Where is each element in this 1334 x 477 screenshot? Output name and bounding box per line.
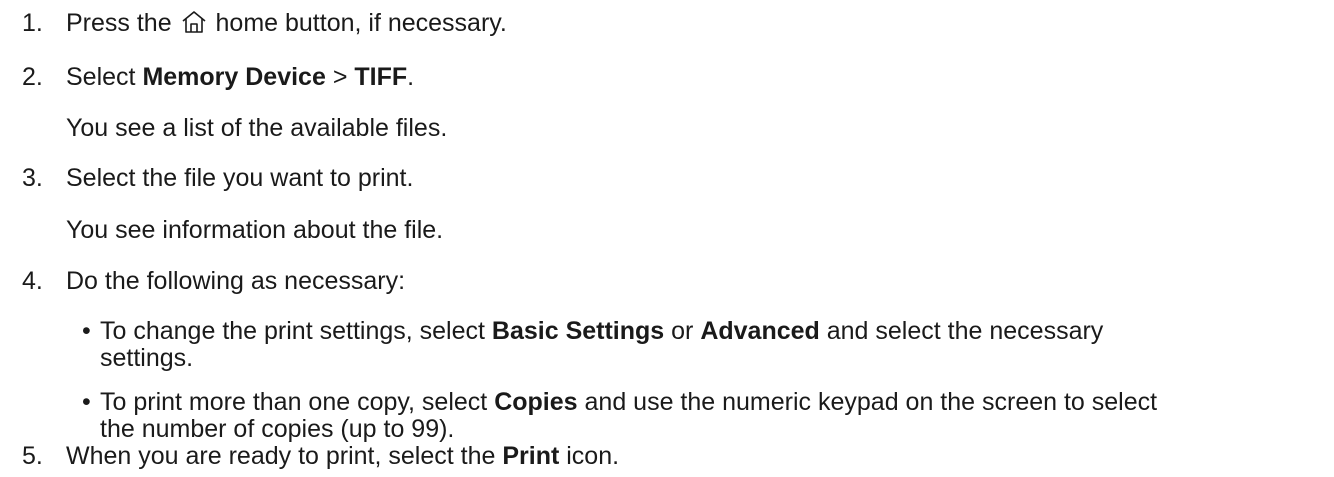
step-number: 3. <box>22 164 43 192</box>
step-text: > <box>325 63 355 91</box>
bullet-text: or <box>664 317 701 345</box>
step-number: 5. <box>22 442 43 470</box>
instruction-document: 1. Press the home button, if necessary. … <box>0 0 1334 477</box>
step-number: 2. <box>22 63 43 91</box>
step-number: 1. <box>22 9 43 37</box>
bullet-text: To print more than one copy, select <box>100 388 495 416</box>
menu-item-memory-device: Memory Device <box>142 63 326 91</box>
step-text: home button, if necessary. <box>208 9 507 37</box>
home-icon <box>182 11 206 33</box>
bullet-text: settings. <box>100 344 194 372</box>
bullet-text: and use the numeric keypad on the screen… <box>577 388 1158 416</box>
menu-item-copies: Copies <box>494 388 578 416</box>
print-icon-label: Print <box>502 442 560 470</box>
step-text: Select the file you want to print. <box>66 164 414 192</box>
bullet-text: and select the necessary <box>819 317 1104 345</box>
bullet-symbol: • <box>82 317 91 345</box>
step-note: You see information about the file. <box>66 216 444 244</box>
step-number: 4. <box>22 267 43 295</box>
menu-item-advanced: Advanced <box>700 317 820 345</box>
step-text: . <box>407 63 415 91</box>
menu-item-tiff: TIFF <box>354 63 408 91</box>
step-text: Select <box>66 63 143 91</box>
step-note: You see a list of the available files. <box>66 114 448 142</box>
bullet-symbol: • <box>82 388 91 416</box>
bullet-text: To change the print settings, select <box>100 317 492 345</box>
menu-item-basic-settings: Basic Settings <box>491 317 665 345</box>
step-text: Press the <box>66 9 179 37</box>
bullet-text: the number of copies (up to 99). <box>100 415 455 443</box>
step-text: Do the following as necessary: <box>66 267 406 295</box>
step-text: icon. <box>559 442 620 470</box>
step-text: When you are ready to print, select the <box>66 442 503 470</box>
